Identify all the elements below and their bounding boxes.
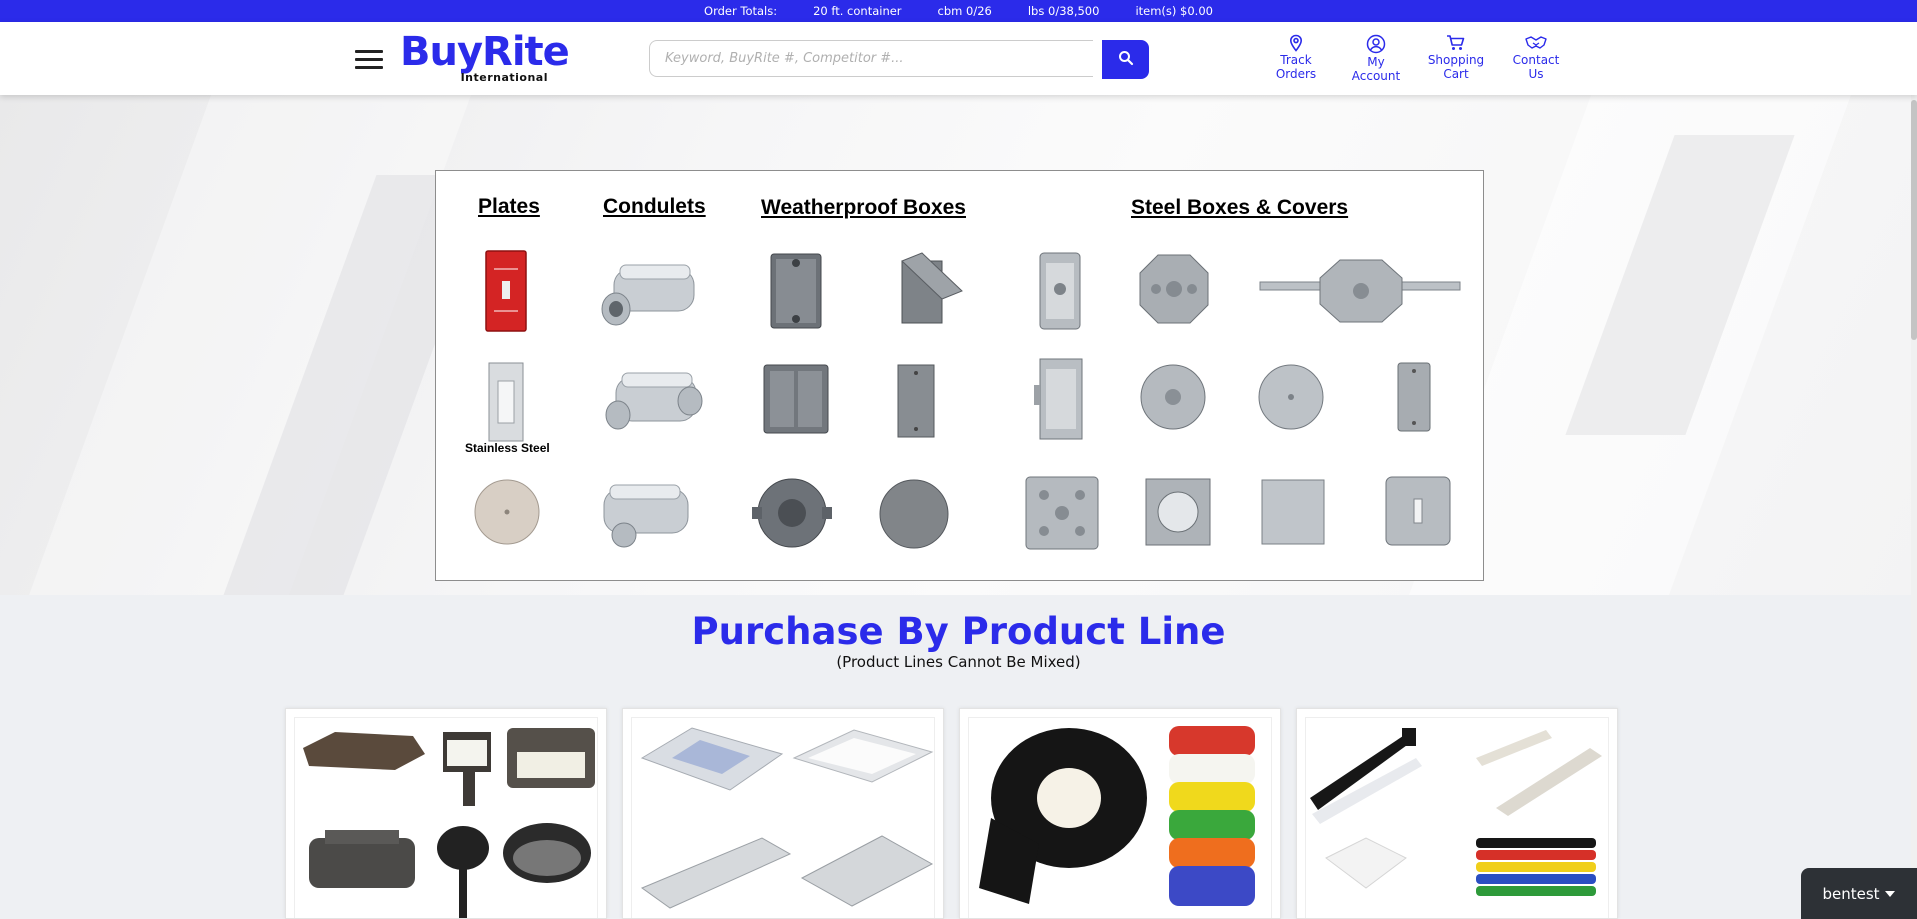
lbs-total: lbs 0/38,500 bbox=[1027, 4, 1100, 18]
condulet-ll-image[interactable] bbox=[596, 361, 706, 441]
switch-box-image[interactable] bbox=[1032, 355, 1090, 443]
search-button[interactable] bbox=[1102, 40, 1149, 79]
contact-us-link[interactable]: Contact Us bbox=[1496, 34, 1576, 83]
contact-us-line2: Us bbox=[1528, 67, 1544, 81]
logo-sub-text: International bbox=[460, 71, 548, 84]
order-totals-label: Order Totals: bbox=[704, 4, 778, 18]
cbm-total: cbm 0/26 bbox=[937, 4, 992, 18]
two-gang-weatherproof-box-image[interactable] bbox=[758, 359, 834, 439]
my-account-line2: Account bbox=[1351, 69, 1401, 83]
square-blank-cover-image[interactable] bbox=[1258, 476, 1328, 548]
round-blank-plate-image[interactable] bbox=[472, 476, 542, 548]
logo-brand-text: BuyRite bbox=[400, 29, 570, 75]
condulet-lb-image[interactable] bbox=[594, 251, 704, 331]
product-line-card-lighting-indoor[interactable] bbox=[622, 708, 944, 919]
contact-us-line1: Contact bbox=[1512, 53, 1560, 67]
blank-weatherproof-cover-image[interactable] bbox=[894, 361, 938, 441]
weatherproof-box-image[interactable] bbox=[766, 249, 826, 333]
buyrite-logo[interactable]: BuyRite International bbox=[400, 29, 570, 84]
shopping-cart-link[interactable]: Shopping Cart bbox=[1416, 34, 1496, 83]
round-blank-cover-image[interactable] bbox=[1256, 361, 1326, 433]
round-pancake-box-image[interactable] bbox=[1138, 361, 1208, 433]
category-plates[interactable]: Plates bbox=[478, 195, 540, 219]
product-line-card-electrical-tape[interactable] bbox=[959, 708, 1281, 919]
caret-down-icon bbox=[1884, 890, 1895, 897]
handshake-icon bbox=[1525, 36, 1547, 49]
header-nav: Track Orders My Account Shopping Cart Co… bbox=[1256, 34, 1576, 83]
stainless-steel-plate-image[interactable] bbox=[486, 361, 526, 443]
shopping-cart-line2: Cart bbox=[1443, 67, 1469, 81]
search-bar bbox=[649, 40, 1149, 79]
track-orders-line1: Track bbox=[1280, 53, 1312, 67]
octagon-box-image[interactable] bbox=[1136, 251, 1212, 327]
user-chat-widget[interactable]: bentest bbox=[1801, 868, 1917, 919]
condulet-lr-image[interactable] bbox=[594, 473, 704, 553]
my-account-line1: My bbox=[1367, 55, 1385, 69]
box-with-bar-hanger-image[interactable] bbox=[1256, 256, 1466, 326]
indoor-lighting-image bbox=[640, 727, 934, 909]
square-switch-cover-image[interactable] bbox=[1382, 473, 1454, 549]
cart-icon bbox=[1447, 35, 1465, 50]
category-condulets[interactable]: Condulets bbox=[603, 195, 706, 219]
outdoor-lighting-image bbox=[303, 728, 595, 918]
search-icon bbox=[1118, 51, 1133, 66]
square-box-image[interactable] bbox=[1022, 473, 1102, 553]
product-line-card-cable-ties[interactable] bbox=[1296, 708, 1618, 919]
menu-icon[interactable] bbox=[355, 50, 383, 70]
site-header: BuyRite International Track Orders bbox=[0, 22, 1917, 95]
search-input[interactable] bbox=[649, 40, 1093, 77]
weatherproof-cover-image[interactable] bbox=[892, 251, 968, 327]
container-size: 20 ft. container bbox=[813, 4, 902, 18]
user-chat-label: bentest bbox=[1822, 884, 1880, 903]
order-totals-bar: Order Totals: 20 ft. container cbm 0/26 … bbox=[0, 0, 1917, 22]
electrical-tape-image bbox=[979, 726, 1255, 906]
user-icon bbox=[1366, 34, 1386, 54]
stainless-steel-label: Stainless Steel bbox=[465, 441, 550, 455]
track-orders-line2: Orders bbox=[1275, 67, 1317, 81]
location-pin-icon bbox=[1289, 34, 1303, 52]
cable-ties-image bbox=[1310, 728, 1602, 896]
category-weatherproof-boxes[interactable]: Weatherproof Boxes bbox=[761, 196, 966, 220]
round-weatherproof-cover-image[interactable] bbox=[878, 476, 950, 552]
handy-box-cover-image[interactable] bbox=[1394, 361, 1434, 433]
shopping-cart-line1: Shopping bbox=[1427, 53, 1485, 67]
page-scrollbar-thumb[interactable] bbox=[1911, 100, 1917, 340]
round-weatherproof-box-image[interactable] bbox=[750, 473, 834, 553]
my-account-link[interactable]: My Account bbox=[1336, 34, 1416, 83]
track-orders-link[interactable]: Track Orders bbox=[1256, 34, 1336, 83]
category-steel-boxes-covers[interactable]: Steel Boxes & Covers bbox=[1131, 196, 1348, 220]
product-line-card-lighting-outdoor[interactable] bbox=[285, 708, 607, 919]
product-lines-subtitle: (Product Lines Cannot Be Mixed) bbox=[836, 653, 1081, 671]
handy-box-image[interactable] bbox=[1034, 249, 1086, 333]
product-lines-title: Purchase By Product Line bbox=[691, 610, 1226, 653]
catalog-panel: Plates Condulets Weatherproof Boxes Stee… bbox=[435, 170, 1484, 581]
red-switch-plate-image[interactable] bbox=[484, 249, 528, 333]
square-mud-ring-image[interactable] bbox=[1140, 473, 1216, 551]
items-total: item(s) $0.00 bbox=[1135, 4, 1213, 18]
